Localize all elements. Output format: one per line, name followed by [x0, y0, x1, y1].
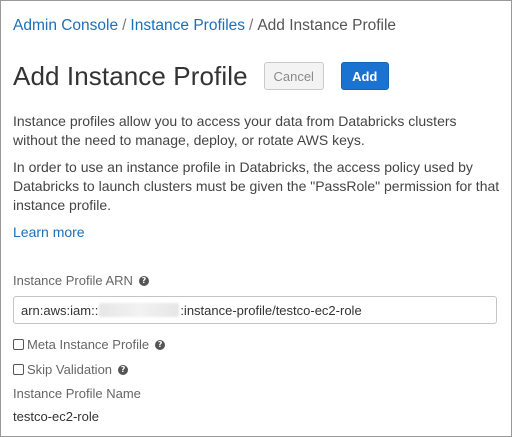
learn-more-link[interactable]: Learn more	[13, 224, 85, 240]
breadcrumb-current: Add Instance Profile	[257, 17, 397, 34]
instance-profile-name-value: testco-ec2-role	[13, 409, 99, 424]
page-title: Add Instance Profile	[13, 60, 248, 91]
add-button[interactable]: Add	[340, 62, 389, 90]
instance-profile-arn-input[interactable]: arn:aws:iam:: :instance-profile/testco-e…	[13, 296, 497, 324]
breadcrumb-separator: /	[122, 17, 127, 34]
breadcrumb: Admin Console / Instance Profiles / Add Inst…	[13, 17, 396, 35]
breadcrumb-instance-profiles[interactable]: Instance Profiles	[130, 17, 245, 34]
meta-instance-profile-row: Meta Instance Profile ?	[13, 337, 166, 352]
help-circle-icon[interactable]: ?	[118, 364, 129, 375]
redacted-account-id	[99, 303, 180, 317]
skip-validation-checkbox[interactable]	[13, 364, 24, 375]
meta-instance-profile-checkbox[interactable]	[13, 339, 24, 350]
help-circle-icon[interactable]: ?	[138, 275, 149, 286]
title-row: Add Instance Profile Cancel Add	[13, 59, 389, 93]
cancel-button[interactable]: Cancel	[263, 62, 324, 90]
breadcrumb-admin-console[interactable]: Admin Console	[13, 17, 118, 34]
breadcrumb-separator: /	[249, 17, 254, 34]
meta-instance-profile-label[interactable]: Meta Instance Profile	[27, 337, 149, 352]
description-paragraph-2: In order to use an instance profile in D…	[13, 159, 500, 213]
instance-profile-name-label: Instance Profile Name	[13, 386, 141, 401]
arn-field-label: Instance Profile ARN ?	[13, 273, 149, 288]
arn-label-text: Instance Profile ARN	[13, 273, 133, 288]
skip-validation-label[interactable]: Skip Validation	[27, 362, 112, 377]
arn-prefix-text: arn:aws:iam::	[21, 302, 99, 318]
description-paragraph-1: Instance profiles allow you to access yo…	[13, 113, 457, 148]
help-circle-icon[interactable]: ?	[155, 339, 166, 350]
add-instance-profile-page: Admin Console / Instance Profiles / Add Inst…	[0, 0, 512, 437]
skip-validation-row: Skip Validation ?	[13, 362, 129, 377]
arn-suffix-text: :instance-profile/testco-ec2-role	[180, 302, 362, 318]
